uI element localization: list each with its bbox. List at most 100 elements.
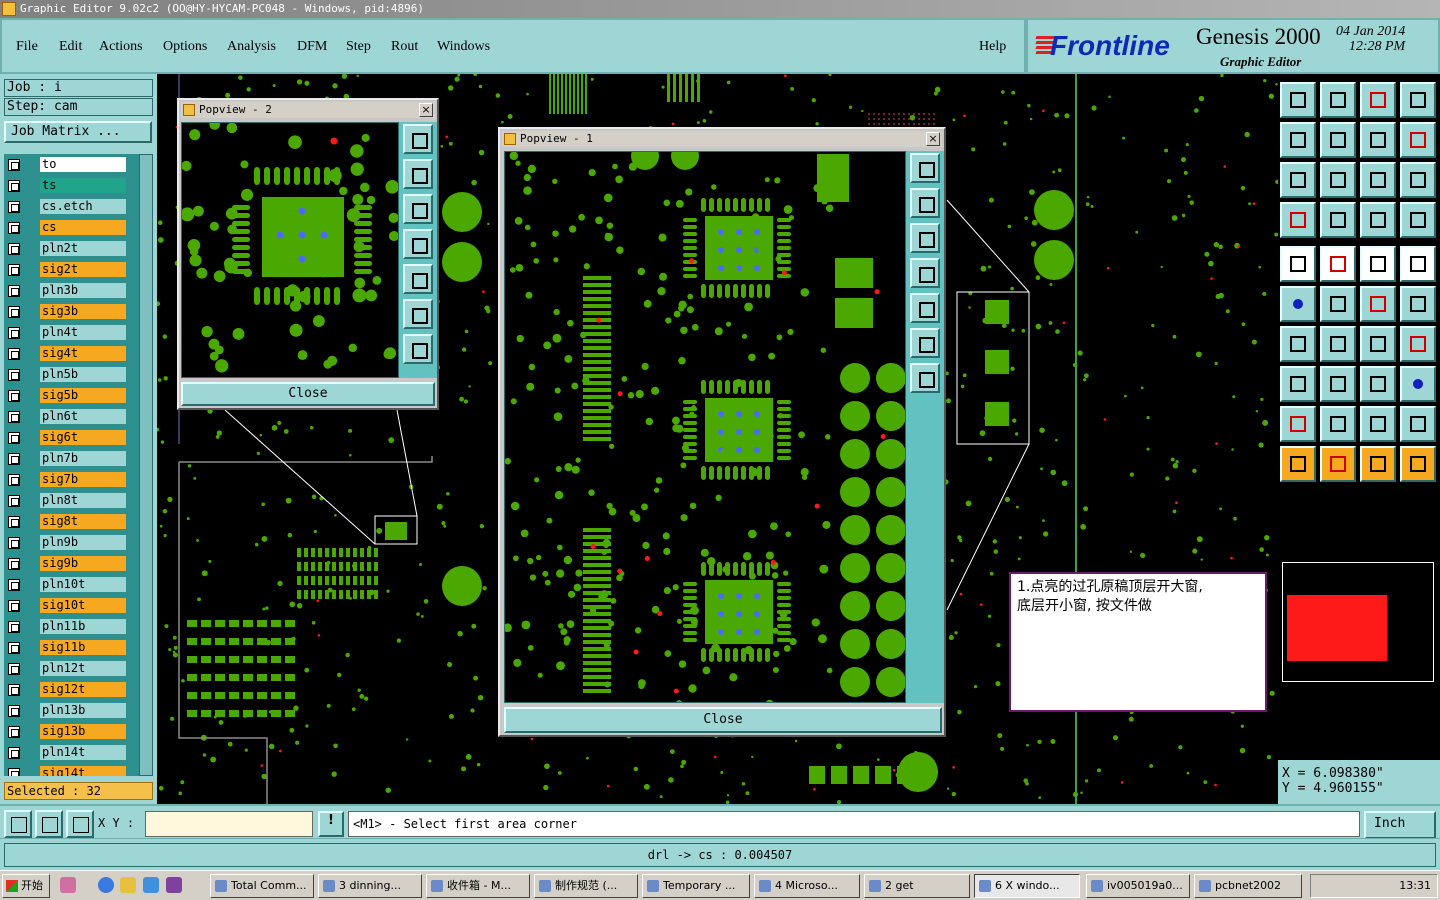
layer-name[interactable]: sig6t bbox=[40, 430, 126, 445]
layer-select-icon[interactable] bbox=[1400, 202, 1436, 238]
layer-name[interactable]: pln3b bbox=[40, 283, 126, 298]
layer-name[interactable]: sig10t bbox=[40, 598, 126, 613]
browser-icon[interactable] bbox=[143, 877, 159, 893]
snap-mode-icon[interactable] bbox=[4, 810, 32, 838]
menu-windows[interactable]: Windows bbox=[437, 39, 490, 55]
layer-name[interactable]: pln4t bbox=[40, 325, 126, 340]
taskbar-task[interactable]: Total Comm... bbox=[210, 874, 314, 898]
layer-checkbox[interactable] bbox=[8, 705, 20, 717]
layer-name[interactable]: sig2t bbox=[40, 262, 126, 277]
layer-checkbox[interactable] bbox=[8, 411, 20, 423]
close-icon[interactable]: × bbox=[419, 103, 433, 117]
pan-right-icon[interactable] bbox=[1320, 122, 1356, 158]
layer-name[interactable]: sig8t bbox=[40, 514, 126, 529]
route-icon[interactable] bbox=[1400, 446, 1436, 482]
layer-name[interactable]: sig7b bbox=[40, 472, 126, 487]
zoom-in-icon[interactable] bbox=[403, 299, 433, 329]
pan-up-icon[interactable] bbox=[910, 188, 940, 218]
layer-checkbox[interactable] bbox=[8, 726, 20, 738]
ie-icon[interactable] bbox=[98, 877, 114, 893]
layer-checkbox[interactable] bbox=[8, 327, 20, 339]
layer-row[interactable]: sig4t bbox=[6, 345, 128, 362]
layer-name[interactable]: pln6t bbox=[40, 409, 126, 424]
layer-row[interactable]: pln5b bbox=[6, 366, 128, 383]
copy-icon[interactable] bbox=[1400, 366, 1436, 402]
popview-2-close-button[interactable]: Close bbox=[181, 382, 435, 406]
zoom-home-icon[interactable] bbox=[403, 124, 433, 154]
menu-actions[interactable]: Actions bbox=[99, 39, 143, 55]
cross-icon[interactable] bbox=[1320, 286, 1356, 322]
layer-row[interactable]: pln9b bbox=[6, 534, 128, 551]
pan-down-icon[interactable] bbox=[403, 194, 433, 224]
layer-name[interactable]: pln7b bbox=[40, 451, 126, 466]
layer-checkbox[interactable] bbox=[8, 579, 20, 591]
layer-checkbox[interactable] bbox=[8, 159, 20, 171]
layer-name[interactable]: pln5b bbox=[40, 367, 126, 382]
scale-icon[interactable] bbox=[1360, 162, 1396, 198]
layer-row[interactable]: sig11b bbox=[6, 639, 128, 656]
layer-row[interactable]: cs bbox=[6, 219, 128, 236]
connect-alt-icon[interactable] bbox=[1400, 286, 1436, 322]
grid-icon[interactable] bbox=[1320, 202, 1356, 238]
layer-name[interactable]: cs.etch bbox=[40, 199, 126, 214]
minus-icon[interactable] bbox=[1320, 366, 1356, 402]
ruler-icon[interactable] bbox=[1360, 246, 1396, 282]
arch-cut-icon[interactable] bbox=[1400, 406, 1436, 442]
layer-name[interactable]: pln12t bbox=[40, 661, 126, 676]
slash-icon[interactable] bbox=[1320, 326, 1356, 362]
select-area-icon[interactable] bbox=[1360, 446, 1396, 482]
layer-checkbox[interactable] bbox=[8, 684, 20, 696]
taskbar-task[interactable]: 收件箱 - M... bbox=[426, 874, 530, 898]
layer-name[interactable]: sig12t bbox=[40, 682, 126, 697]
layer-checkbox[interactable] bbox=[8, 642, 20, 654]
unit-selector[interactable]: Inch bbox=[1364, 811, 1436, 839]
outlook-icon[interactable] bbox=[120, 877, 136, 893]
help-icon[interactable] bbox=[1400, 162, 1436, 198]
zoom-fit-icon[interactable] bbox=[910, 363, 940, 393]
layer-checkbox[interactable] bbox=[8, 600, 20, 612]
popview-2-titlebar[interactable]: Popview - 2 × bbox=[181, 102, 435, 118]
circle-icon[interactable] bbox=[1400, 246, 1436, 282]
layer-name[interactable]: pln2t bbox=[40, 241, 126, 256]
layer-row[interactable]: ts bbox=[6, 177, 128, 194]
x-server-icon[interactable] bbox=[166, 877, 182, 893]
layer-checkbox[interactable] bbox=[8, 432, 20, 444]
layer-row[interactable]: sig6t bbox=[6, 429, 128, 446]
layer-row[interactable]: sig14t bbox=[6, 765, 128, 776]
layer-checkbox[interactable] bbox=[8, 537, 20, 549]
layer-checkbox[interactable] bbox=[8, 453, 20, 465]
layer-name[interactable]: pln11b bbox=[40, 619, 126, 634]
layer-scrollbar[interactable] bbox=[139, 154, 153, 776]
layer-row[interactable]: sig13b bbox=[6, 723, 128, 740]
layer-checkbox[interactable] bbox=[8, 558, 20, 570]
zoom-fit-icon[interactable] bbox=[1280, 162, 1316, 198]
home-icon[interactable] bbox=[1280, 82, 1316, 118]
add-pad-icon[interactable] bbox=[1280, 246, 1316, 282]
layer-checkbox[interactable] bbox=[8, 243, 20, 255]
arc-icon[interactable] bbox=[1360, 326, 1396, 362]
mirror-icon[interactable] bbox=[1360, 122, 1396, 158]
layer-name[interactable]: sig9b bbox=[40, 556, 126, 571]
warning-button[interactable]: ! bbox=[318, 811, 344, 837]
popview-1-titlebar[interactable]: Popview - 1 × bbox=[502, 131, 942, 147]
layer-name[interactable]: pln10t bbox=[40, 577, 126, 592]
triangle-icon[interactable] bbox=[1280, 406, 1316, 442]
quicklaunch-icon[interactable] bbox=[60, 877, 76, 893]
layer-checkbox[interactable] bbox=[8, 369, 20, 381]
window-icon[interactable] bbox=[1400, 82, 1436, 118]
popview-1-close-button[interactable]: Close bbox=[504, 707, 942, 733]
popview-1-view[interactable] bbox=[504, 151, 906, 703]
taskbar-task[interactable]: 6 X windo... bbox=[974, 874, 1080, 898]
layer-name[interactable]: sig3b bbox=[40, 304, 126, 319]
layer-color-icon[interactable] bbox=[1360, 202, 1396, 238]
layer-checkbox[interactable] bbox=[8, 222, 20, 234]
step-icon[interactable] bbox=[1400, 122, 1436, 158]
pad-edit-icon[interactable] bbox=[1280, 366, 1316, 402]
zoom-in-icon[interactable] bbox=[910, 328, 940, 358]
layer-name[interactable]: cs bbox=[40, 220, 126, 235]
net-icon[interactable] bbox=[1280, 286, 1316, 322]
layer-name[interactable]: sig11b bbox=[40, 640, 126, 655]
view-down-icon[interactable] bbox=[1320, 82, 1356, 118]
house-icon[interactable] bbox=[1360, 82, 1396, 118]
taskbar-task[interactable]: 2 get bbox=[864, 874, 970, 898]
